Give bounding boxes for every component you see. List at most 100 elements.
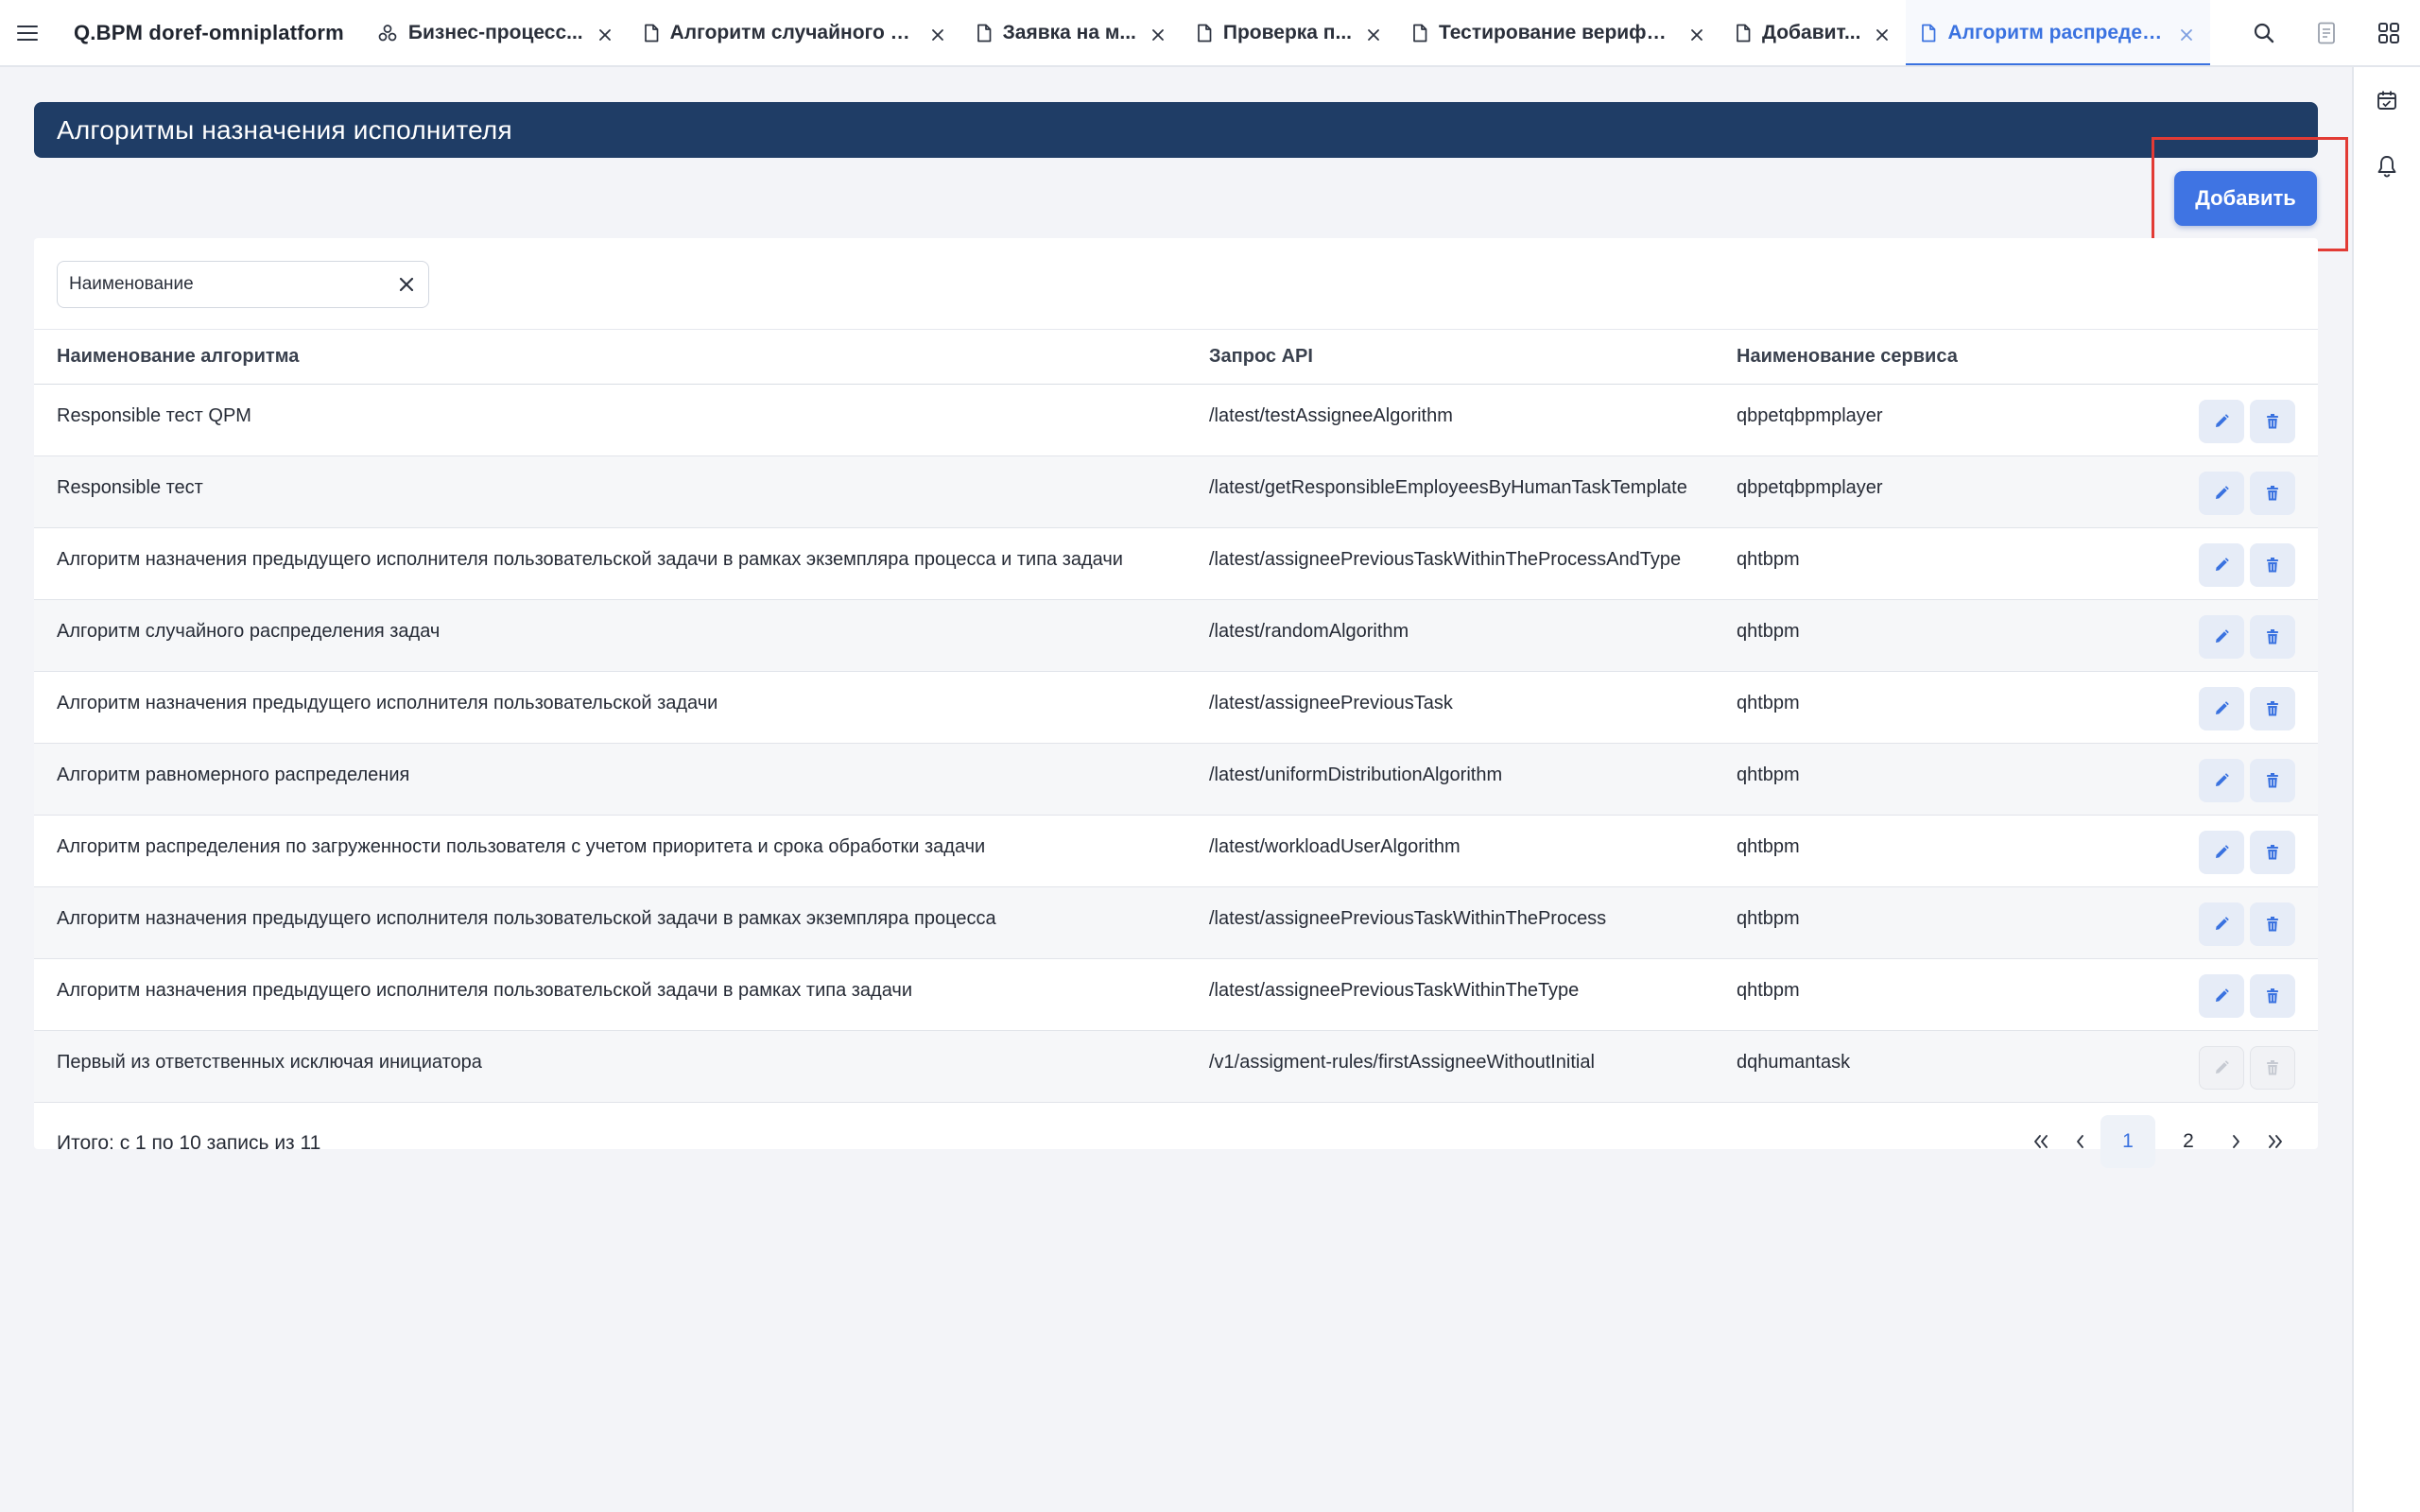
edit-button[interactable] — [2199, 543, 2244, 587]
trash-icon — [2267, 414, 2278, 429]
delete-button[interactable] — [2250, 902, 2295, 946]
edit-button[interactable] — [2199, 615, 2244, 659]
close-icon[interactable] — [1876, 25, 1893, 42]
document-icon — [644, 24, 659, 43]
delete-button[interactable] — [2250, 400, 2295, 443]
cell-actions — [2101, 887, 2318, 959]
search-icon[interactable] — [2233, 0, 2295, 65]
edit-button[interactable] — [2199, 687, 2244, 730]
tab-6[interactable]: Добавит... — [1720, 0, 1906, 65]
first-page-icon[interactable] — [2021, 1115, 2061, 1168]
apps-grid-icon[interactable] — [2358, 0, 2420, 65]
notes-icon[interactable] — [2295, 0, 2358, 65]
cell-api: /latest/workloadUserAlgorithm — [1209, 836, 1461, 857]
process-icon — [378, 24, 397, 43]
hamburger-icon — [17, 25, 38, 41]
column-header-name[interactable]: Наименование алгоритма — [34, 330, 1186, 385]
table-row[interactable]: Алгоритм назначения предыдущего исполнит… — [34, 886, 2318, 959]
delete-button[interactable] — [2250, 687, 2295, 730]
cell-name: Алгоритм случайного распределения задач — [57, 621, 441, 642]
delete-button[interactable] — [2250, 615, 2295, 659]
tab-7[interactable]: Алгоритм распредел... — [1906, 0, 2211, 65]
delete-button[interactable] — [2250, 831, 2295, 874]
delete-button — [2250, 1046, 2295, 1090]
cell-actions — [2101, 744, 2318, 816]
cell-service: qhtbpm — [1737, 980, 1800, 1001]
pencil-icon — [2216, 988, 2229, 1002]
cell-name: Responsible тест QPM — [57, 405, 251, 426]
table-row[interactable]: Алгоритм равномерного распределения/late… — [34, 743, 2318, 816]
table-row[interactable]: Алгоритм случайного распределения задач /… — [34, 599, 2318, 672]
pagination-total: Итого: с 1 по 10 запись из 11 — [57, 1132, 321, 1154]
page-button-2[interactable]: 2 — [2161, 1115, 2216, 1168]
table-row[interactable]: Responsible тест QPM/latest/testAssignee… — [34, 385, 2318, 456]
document-icon — [1412, 24, 1427, 43]
tab-4[interactable]: Проверка п... — [1182, 0, 1397, 65]
cell-service: qhtbpm — [1737, 765, 1800, 785]
close-icon[interactable] — [1367, 25, 1384, 42]
tab-bar: Бизнес-процесс... Алгоритм случайного ра.… — [363, 0, 2233, 65]
delete-button[interactable] — [2250, 974, 2295, 1018]
top-bar: Q.BPM doref-omniplatform Бизнес-процесс.… — [0, 0, 2420, 67]
cell-actions — [2101, 600, 2318, 672]
app-title: Q.BPM doref-omniplatform — [74, 20, 344, 44]
cell-api: /latest/getResponsibleEmployeesByHumanTa… — [1209, 477, 1687, 498]
close-icon[interactable] — [1151, 25, 1168, 42]
edit-button[interactable] — [2199, 472, 2244, 515]
tab-2[interactable]: Алгоритм случайного ра... — [629, 0, 961, 65]
tab-label: Алгоритм распредел... — [1947, 21, 2166, 43]
edit-button[interactable] — [2199, 831, 2244, 874]
column-header-service[interactable]: Наименование сервиса — [1714, 330, 2101, 385]
cell-api: /latest/assigneePreviousTaskWithinThePro… — [1209, 908, 1607, 929]
page-button-1[interactable]: 1 — [2100, 1115, 2155, 1168]
close-icon[interactable] — [598, 25, 615, 42]
delete-button[interactable] — [2250, 472, 2295, 515]
table-row[interactable]: Первый из ответственных исключая инициат… — [34, 1030, 2318, 1103]
calendar-icon[interactable] — [2354, 67, 2420, 133]
cell-actions — [2101, 1031, 2318, 1103]
pencil-icon — [2216, 845, 2229, 858]
cell-service: qhtbpm — [1737, 836, 1800, 857]
table-row[interactable]: Responsible тест/latest/getResponsibleEm… — [34, 455, 2318, 528]
close-icon[interactable] — [396, 274, 417, 295]
cell-api: /v1/assigment-rules/firstAssigneeWithout… — [1209, 1052, 1595, 1073]
prev-page-icon[interactable] — [2061, 1115, 2100, 1168]
bell-icon[interactable] — [2354, 133, 2420, 199]
cell-api: /latest/assigneePreviousTask — [1209, 693, 1453, 713]
edit-button[interactable] — [2199, 759, 2244, 802]
cell-name: Первый из ответственных исключая инициат… — [57, 1052, 482, 1073]
tab-label: Заявка на м... — [1002, 21, 1136, 43]
close-icon[interactable] — [931, 25, 948, 42]
delete-button[interactable] — [2250, 543, 2295, 587]
tab-label: Тестирование верифика... — [1439, 21, 1675, 43]
last-page-icon[interactable] — [2256, 1115, 2295, 1168]
tab-3[interactable]: Заявка на м... — [961, 0, 1182, 65]
cell-name: Алгоритм назначения предыдущего исполнит… — [57, 980, 912, 1001]
close-icon[interactable] — [1690, 25, 1707, 42]
delete-button[interactable] — [2250, 759, 2295, 802]
column-header-api[interactable]: Запрос API — [1186, 330, 1714, 385]
cell-service: dqhumantask — [1737, 1052, 1851, 1073]
table-row[interactable]: Алгоритм назначения предыдущего исполнит… — [34, 528, 2318, 600]
trash-icon — [2267, 773, 2278, 788]
edit-button[interactable] — [2199, 974, 2244, 1018]
tab-1[interactable]: Бизнес-процесс... — [363, 0, 629, 65]
page-title: Алгоритмы назначения исполнителя — [57, 114, 512, 145]
next-page-icon[interactable] — [2216, 1115, 2256, 1168]
add-button[interactable]: Добавить — [2174, 171, 2317, 226]
cell-api: /latest/assigneePreviousTaskWithinThePro… — [1209, 549, 1682, 570]
table-row[interactable]: Алгоритм назначения предыдущего исполнит… — [34, 672, 2318, 744]
edit-button[interactable] — [2199, 902, 2244, 946]
tab-5[interactable]: Тестирование верифика... — [1397, 0, 1720, 65]
trash-icon — [2267, 629, 2278, 644]
table-row[interactable]: Алгоритм назначения предыдущего исполнит… — [34, 959, 2318, 1031]
table-row[interactable]: Алгоритм распределения по загруженности … — [34, 816, 2318, 887]
close-icon[interactable] — [2180, 25, 2197, 42]
menu-button[interactable] — [0, 0, 55, 65]
cell-name: Алгоритм распределения по загруженности … — [57, 836, 986, 857]
pencil-icon — [2216, 1060, 2229, 1074]
name-filter-input[interactable] — [69, 274, 396, 295]
edit-button[interactable] — [2199, 400, 2244, 443]
cell-service: qbpetqbpmplayer — [1737, 405, 1883, 426]
document-icon — [1736, 24, 1751, 43]
